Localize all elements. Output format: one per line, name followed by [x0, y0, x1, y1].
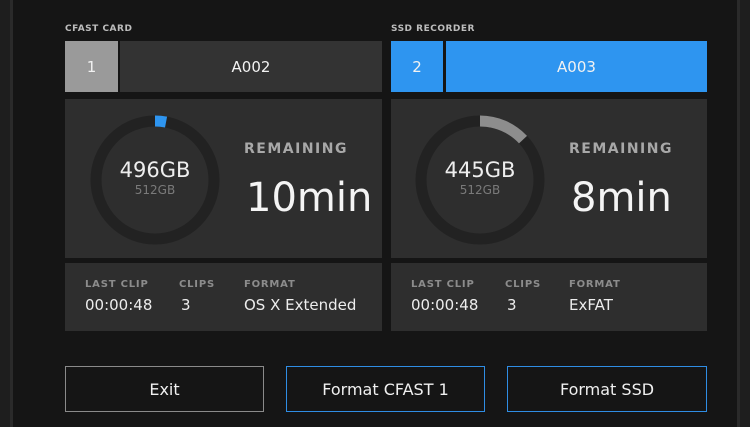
- ssd-format: ExFAT: [569, 296, 613, 314]
- cfast-total-capacity: 512GB: [134, 183, 176, 197]
- cfast-format-label: FORMAT: [244, 279, 296, 290]
- cfast-slot-number[interactable]: 1: [65, 41, 118, 92]
- ssd-remaining-capacity: 445GB: [444, 158, 516, 182]
- cfast-format: OS X Extended: [244, 296, 357, 314]
- ssd-remaining-time: 8min: [571, 175, 672, 221]
- ssd-capacity-readout: 445GB 512GB: [410, 158, 550, 198]
- ssd-slot-number[interactable]: 2: [391, 41, 443, 92]
- cfast-remaining-label: REMAINING: [244, 141, 348, 157]
- ssd-last-clip-label: LAST CLIP: [411, 279, 475, 290]
- ssd-clips-label: CLIPS: [505, 279, 541, 290]
- ssd-clip-name[interactable]: A003: [446, 41, 707, 92]
- cfast-remaining-capacity: 496GB: [119, 158, 191, 182]
- ssd-remaining-label: REMAINING: [569, 141, 673, 157]
- cfast-card-label: CFAST CARD: [65, 24, 133, 34]
- cfast-capacity-readout: 496GB 512GB: [85, 158, 225, 198]
- cfast-clips: 3: [181, 296, 191, 314]
- ssd-last-clip: 00:00:48: [411, 296, 479, 314]
- format-media-screen: CFAST CARD 1 A002 496GB 512GB REMAINING …: [10, 0, 740, 427]
- cfast-remaining-time: 10min: [246, 175, 373, 221]
- ssd-format-label: FORMAT: [569, 279, 621, 290]
- cfast-last-clip-label: LAST CLIP: [85, 279, 149, 290]
- exit-button[interactable]: Exit: [65, 366, 264, 412]
- format-ssd-button[interactable]: Format SSD: [507, 366, 707, 412]
- cfast-last-clip: 00:00:48: [85, 296, 153, 314]
- ssd-total-capacity: 512GB: [459, 183, 501, 197]
- format-cfast-button[interactable]: Format CFAST 1: [286, 366, 485, 412]
- ssd-clips: 3: [507, 296, 517, 314]
- cfast-clips-label: CLIPS: [179, 279, 215, 290]
- ssd-recorder-label: SSD RECORDER: [391, 24, 475, 34]
- cfast-clip-name[interactable]: A002: [120, 41, 382, 92]
